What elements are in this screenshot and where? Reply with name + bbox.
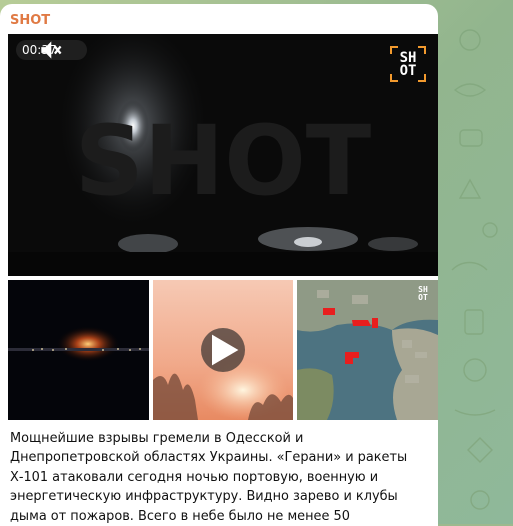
shot-logo: SH OT (390, 46, 426, 82)
play-icon (212, 334, 239, 366)
message-bubble: SHOT SHOT 00:37 SH OT SH OT Мощнейшие вз… (0, 4, 438, 526)
photo-thumbnail-night-fire[interactable] (8, 280, 149, 420)
shot-logo-line-2: OT (399, 63, 417, 79)
svg-text:SHOT: SHOT (75, 105, 372, 217)
video-thumbnail-sunset-smoke[interactable] (153, 280, 293, 420)
photo-thumbnail-satellite-map[interactable]: SH OT (297, 280, 438, 420)
video-duration-badge: 00:37 (16, 40, 87, 60)
play-button[interactable] (201, 328, 245, 372)
message-text: Мощнейшие взрывы гремели в Одесской и Дн… (10, 431, 408, 524)
mini-shot-line-2: OT (418, 293, 428, 302)
video-player[interactable]: SHOT 00:37 SH OT (8, 34, 438, 276)
mini-shot-logo: SH OT (413, 286, 433, 302)
night-fire-photo (8, 280, 149, 420)
video-frame: SHOT (8, 34, 438, 276)
mute-icon[interactable] (41, 41, 79, 59)
channel-name[interactable]: SHOT (10, 13, 50, 28)
